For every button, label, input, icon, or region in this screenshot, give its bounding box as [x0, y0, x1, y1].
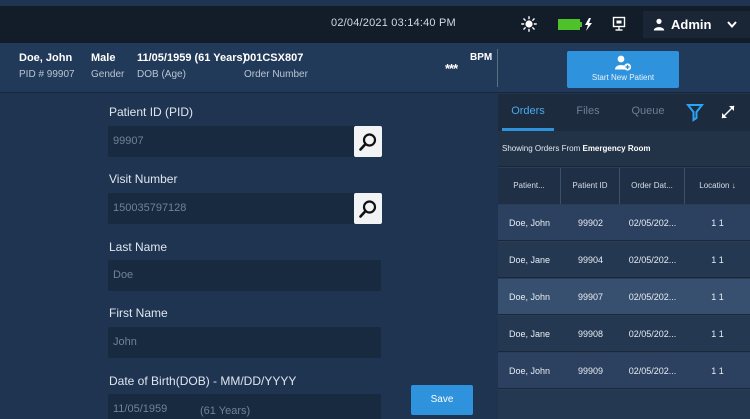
expand-icon[interactable]: [719, 103, 737, 121]
pid-label: Patient ID (PID): [109, 105, 194, 119]
cell-patient-id: 99908: [577, 329, 604, 339]
cell-location: 1 1: [711, 218, 724, 228]
pid-search-button[interactable]: [354, 126, 382, 157]
table-row[interactable]: Doe, John 99909 02/05/202... 1 1: [498, 353, 750, 389]
user-icon: [653, 18, 665, 31]
dob-field-label: Date of Birth(DOB) - MM/DD/YYYY: [109, 374, 297, 388]
column-patient-id[interactable]: Patient ID: [561, 168, 620, 204]
top-status-bar: 02/04/2021 03:14:40 PM Admin: [0, 6, 750, 43]
cell-location: 1 1: [711, 292, 724, 302]
last-name-label: Last Name: [109, 240, 168, 254]
date-time: 02/04/2021 03:14:40 PM: [331, 17, 456, 29]
bpm-label: BPM: [470, 52, 493, 63]
dob-label: DOB (Age): [137, 69, 186, 80]
cell-patient: Doe, Jane: [508, 329, 551, 339]
panel-tabs: Orders Files Queue: [498, 94, 750, 131]
tab-orders[interactable]: Orders: [498, 94, 558, 131]
pid-input[interactable]: 99907: [108, 126, 381, 157]
cell-order-date: 02/05/202...: [628, 366, 677, 376]
cell-location: 1 1: [711, 329, 724, 339]
cell-order-date: 02/05/202...: [628, 218, 677, 228]
cell-patient-id: 99904: [577, 255, 604, 265]
dob-age: (61 Years): [200, 405, 251, 417]
cell-patient: Doe, John: [508, 366, 551, 376]
table-row[interactable]: Doe, Jane 99908 02/05/202... 1 1: [498, 316, 750, 352]
visit-search-button[interactable]: [354, 193, 382, 224]
search-icon: [359, 199, 377, 218]
start-new-patient-button[interactable]: Start New Patient: [567, 51, 679, 88]
patient-pid: PID # 99907: [19, 69, 75, 80]
sort-down-icon: ↓: [731, 181, 736, 190]
first-name-label: First Name: [109, 306, 168, 320]
column-location-label: Location: [699, 181, 730, 190]
filter-icon[interactable]: [685, 102, 705, 122]
cell-patient-id: 99907: [577, 292, 604, 302]
save-button[interactable]: Save: [411, 385, 473, 415]
cell-patient-id: 99902: [577, 218, 604, 228]
sun-icon[interactable]: [521, 16, 537, 32]
visit-number-label: Visit Number: [109, 172, 178, 186]
cell-patient: Doe, John: [508, 292, 551, 302]
order-number-label: Order Number: [244, 69, 308, 80]
cell-patient: Doe, John: [508, 218, 551, 228]
cell-order-date: 02/05/202...: [628, 255, 677, 265]
cell-patient: Doe, Jane: [508, 255, 551, 265]
patient-gender: Male: [91, 52, 116, 64]
cell-order-date: 02/05/202...: [628, 329, 677, 339]
app-screen: 02/04/2021 03:14:40 PM Admin Doe, John P…: [0, 0, 750, 419]
patient-name: Doe, John: [19, 52, 73, 64]
search-icon: [359, 132, 377, 151]
gender-label: Gender: [91, 69, 125, 80]
first-name-input[interactable]: John: [108, 327, 381, 358]
last-name-input[interactable]: Doe: [108, 260, 381, 291]
table-row-partial[interactable]: [498, 390, 750, 419]
tab-files[interactable]: Files: [558, 94, 618, 131]
battery-charging-icon: [558, 18, 592, 31]
patient-dob: 11/05/1959 (61 Years): [137, 52, 247, 64]
showing-prefix: Showing Orders From: [502, 144, 581, 153]
column-order-date[interactable]: Order Dat...: [620, 168, 685, 204]
table-row[interactable]: Doe, John 99902 02/05/202... 1 1: [498, 205, 750, 241]
header-divider: [497, 49, 498, 87]
cell-location: 1 1: [711, 255, 724, 265]
visit-number-input[interactable]: 150035797128: [108, 193, 381, 224]
table-row[interactable]: Doe, Jane 99904 02/05/202... 1 1: [498, 242, 750, 278]
user-name: Admin: [671, 17, 712, 32]
user-menu[interactable]: Admin: [643, 11, 750, 38]
order-number: 001CSX807: [244, 52, 304, 64]
monitor-icon[interactable]: [611, 16, 627, 32]
cell-order-date: 02/05/202...: [628, 292, 677, 302]
start-new-patient-label: Start New Patient: [591, 73, 655, 82]
bpm-value: ***: [445, 61, 458, 76]
cell-patient-id: 99909: [577, 366, 604, 376]
table-row-selected[interactable]: Doe, John 99907 02/05/202... 1 1: [498, 279, 750, 315]
tab-queue[interactable]: Queue: [618, 94, 678, 131]
patient-form: Patient ID (PID) 99907 Visit Number 1500…: [0, 94, 497, 419]
chevron-down-icon: [727, 21, 737, 29]
cell-location: 1 1: [711, 366, 724, 376]
orders-filter-summary: Showing Orders From Emergency Room: [498, 131, 750, 167]
add-user-icon: [615, 55, 632, 71]
orders-panel: Orders Files Queue Showing Orders From E…: [498, 94, 750, 419]
column-location[interactable]: Location ↓: [685, 168, 750, 204]
orders-table-header: Patient... Patient ID Order Dat... Locat…: [498, 168, 750, 204]
showing-location: Emergency Room: [582, 144, 651, 153]
column-patient[interactable]: Patient...: [498, 168, 561, 204]
